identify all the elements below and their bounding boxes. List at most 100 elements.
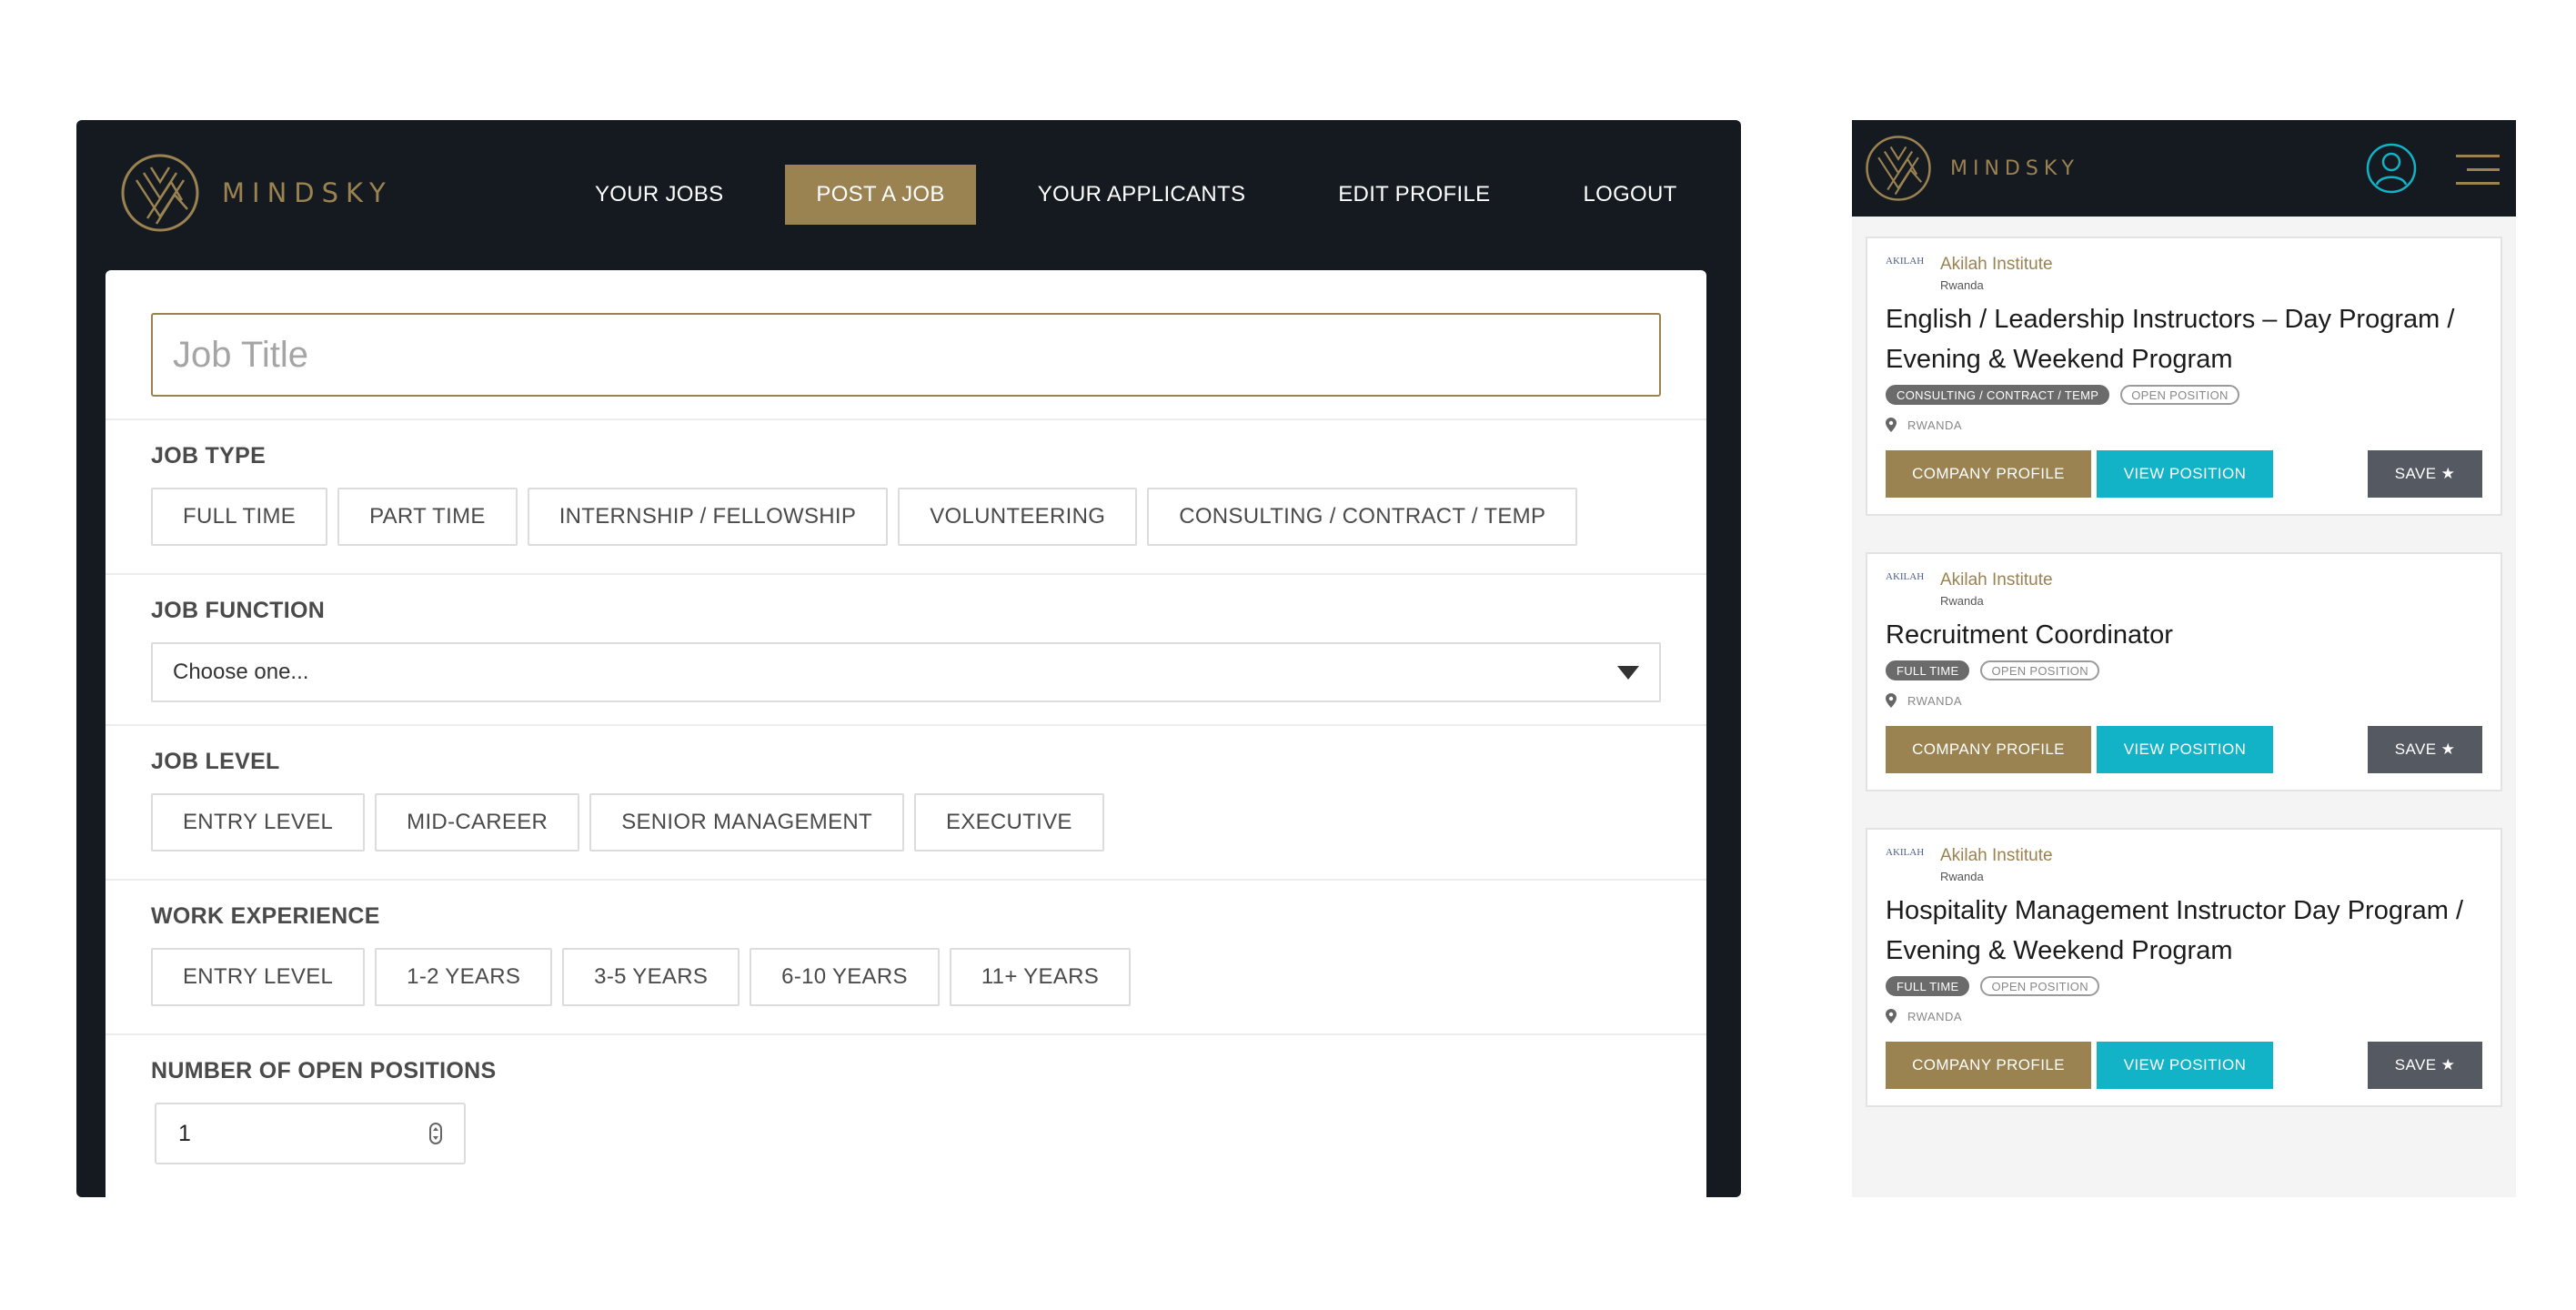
work-experience-section: WORK EXPERIENCE ENTRY LEVEL 1-2 YEARS 3-… (106, 881, 1706, 1035)
open-positions-input[interactable]: 1 (155, 1103, 466, 1164)
job-type-option[interactable]: FULL TIME (151, 488, 328, 546)
map-pin-icon (1886, 693, 1897, 708)
number-stepper-icon[interactable] (429, 1123, 442, 1144)
job-tags: FULL TIME OPEN POSITION (1886, 976, 2482, 996)
job-level-option[interactable]: SENIOR MANAGEMENT (589, 793, 904, 852)
job-location-text: RWANDA (1907, 418, 1963, 432)
job-function-select[interactable]: Choose one... (151, 642, 1661, 702)
company-row: AKILAH Akilah Institute Rwanda (1886, 255, 2482, 292)
job-location-text: RWANDA (1907, 693, 1963, 708)
company-row: AKILAH Akilah Institute Rwanda (1886, 846, 2482, 883)
view-position-button[interactable]: VIEW POSITION (2097, 726, 2273, 773)
job-type-label: JOB TYPE (151, 443, 267, 469)
job-title[interactable]: Hospitality Management Instructor Day Pr… (1886, 891, 2482, 971)
hamburger-menu-icon[interactable] (2456, 155, 2500, 186)
job-level-options: ENTRY LEVEL MID-CAREER SENIOR MANAGEMENT… (151, 793, 1661, 852)
mobile-header: MINDSKY (1852, 120, 2516, 217)
main-nav: YOUR JOBS POST A JOB YOUR APPLICANTS EDI… (564, 165, 1708, 225)
nav-post-a-job[interactable]: POST A JOB (785, 165, 976, 225)
job-title-input[interactable] (151, 313, 1661, 397)
save-button[interactable]: SAVE ★ (2368, 450, 2482, 498)
job-function-value: Choose one... (173, 660, 309, 684)
work-experience-options: ENTRY LEVEL 1-2 YEARS 3-5 YEARS 6-10 YEA… (151, 948, 1661, 1006)
job-card: AKILAH Akilah Institute Rwanda Recruitme… (1866, 552, 2502, 791)
job-level-option[interactable]: EXECUTIVE (913, 793, 1104, 852)
job-type-tag: FULL TIME (1886, 660, 1970, 680)
work-experience-option[interactable]: 1-2 YEARS (375, 948, 553, 1006)
job-tags: FULL TIME OPEN POSITION (1886, 660, 2482, 680)
brand-logo[interactable]: MINDSKY (1865, 135, 2079, 202)
chevron-down-icon (1617, 665, 1639, 680)
save-button[interactable]: SAVE ★ (2368, 1042, 2482, 1089)
job-card: AKILAH Akilah Institute Rwanda English /… (1866, 237, 2502, 516)
job-list: AKILAH Akilah Institute Rwanda English /… (1866, 237, 2502, 1144)
save-button[interactable]: SAVE ★ (2368, 726, 2482, 773)
job-card: AKILAH Akilah Institute Rwanda Hospitali… (1866, 828, 2502, 1107)
mobile-view: MINDSKY AKILAH Akilah Institute Rwanda E… (1852, 120, 2516, 1197)
company-profile-button[interactable]: COMPANY PROFILE (1886, 450, 2091, 498)
job-type-option[interactable]: CONSULTING / CONTRACT / TEMP (1147, 488, 1578, 546)
job-type-tag: FULL TIME (1886, 976, 1970, 996)
map-pin-icon (1886, 418, 1897, 432)
job-title[interactable]: English / Leadership Instructors – Day P… (1886, 299, 2482, 379)
company-location: Rwanda (1940, 870, 1984, 883)
work-experience-option[interactable]: 6-10 YEARS (750, 948, 940, 1006)
job-title-section (106, 270, 1706, 420)
status-badge: OPEN POSITION (1980, 660, 2099, 680)
company-location: Rwanda (1940, 594, 1984, 608)
job-tags: CONSULTING / CONTRACT / TEMP OPEN POSITI… (1886, 385, 2482, 405)
job-actions: COMPANY PROFILE VIEW POSITION SAVE ★ (1886, 1042, 2482, 1089)
open-positions-section: NUMBER OF OPEN POSITIONS 1 (106, 1035, 1706, 1192)
job-type-option[interactable]: INTERNSHIP / FELLOWSHIP (527, 488, 889, 546)
map-pin-icon (1886, 1009, 1897, 1023)
job-location: RWANDA (1886, 693, 2482, 708)
job-level-label: JOB LEVEL (151, 749, 280, 774)
open-positions-label: NUMBER OF OPEN POSITIONS (151, 1058, 497, 1083)
company-location: Rwanda (1940, 278, 1984, 292)
nav-logout[interactable]: LOGOUT (1552, 165, 1707, 225)
job-level-option[interactable]: MID-CAREER (375, 793, 580, 852)
mindsky-logo-icon (121, 154, 199, 232)
job-function-label: JOB FUNCTION (151, 598, 326, 623)
job-actions: COMPANY PROFILE VIEW POSITION SAVE ★ (1886, 726, 2482, 773)
company-profile-button[interactable]: COMPANY PROFILE (1886, 726, 2091, 773)
work-experience-option[interactable]: ENTRY LEVEL (151, 948, 366, 1006)
desktop-header: MINDSKY YOUR JOBS POST A JOB YOUR APPLIC… (76, 120, 1741, 270)
desktop-view: MINDSKY YOUR JOBS POST A JOB YOUR APPLIC… (76, 120, 1741, 1197)
open-positions-value: 1 (178, 1120, 191, 1146)
company-name[interactable]: Akilah Institute (1940, 570, 2053, 590)
job-type-options: FULL TIME PART TIME INTERNSHIP / FELLOWS… (151, 488, 1661, 546)
job-location: RWANDA (1886, 1009, 2482, 1023)
status-badge: OPEN POSITION (2120, 385, 2239, 405)
job-level-section: JOB LEVEL ENTRY LEVEL MID-CAREER SENIOR … (106, 726, 1706, 881)
status-badge: OPEN POSITION (1980, 976, 2099, 996)
job-function-section: JOB FUNCTION Choose one... (106, 575, 1706, 726)
nav-your-jobs[interactable]: YOUR JOBS (564, 165, 754, 225)
job-type-section: JOB TYPE FULL TIME PART TIME INTERNSHIP … (106, 420, 1706, 575)
company-logo[interactable]: AKILAH (1886, 572, 1929, 582)
view-position-button[interactable]: VIEW POSITION (2097, 1042, 2273, 1089)
company-logo[interactable]: AKILAH (1886, 257, 1929, 267)
brand-name: MINDSKY (1950, 156, 2079, 180)
company-name[interactable]: Akilah Institute (1940, 255, 2053, 275)
brand-logo[interactable]: MINDSKY (120, 153, 393, 233)
company-profile-button[interactable]: COMPANY PROFILE (1886, 1042, 2091, 1089)
job-type-tag: CONSULTING / CONTRACT / TEMP (1886, 385, 2110, 405)
view-position-button[interactable]: VIEW POSITION (2097, 450, 2273, 498)
nav-edit-profile[interactable]: EDIT PROFILE (1307, 165, 1521, 225)
job-title[interactable]: Recruitment Coordinator (1886, 615, 2482, 655)
job-type-option[interactable]: VOLUNTEERING (898, 488, 1138, 546)
company-logo[interactable]: AKILAH (1886, 848, 1929, 858)
nav-your-applicants[interactable]: YOUR APPLICANTS (1007, 165, 1277, 225)
job-location-text: RWANDA (1907, 1009, 1963, 1023)
company-name[interactable]: Akilah Institute (1940, 846, 2053, 866)
company-row: AKILAH Akilah Institute Rwanda (1886, 570, 2482, 608)
user-profile-icon[interactable] (2365, 142, 2418, 195)
work-experience-label: WORK EXPERIENCE (151, 903, 380, 929)
job-level-option[interactable]: ENTRY LEVEL (151, 793, 366, 852)
work-experience-option[interactable]: 11+ YEARS (949, 948, 1132, 1006)
work-experience-option[interactable]: 3-5 YEARS (562, 948, 740, 1006)
brand-name: MINDSKY (222, 177, 393, 208)
job-type-option[interactable]: PART TIME (337, 488, 518, 546)
job-location: RWANDA (1886, 418, 2482, 432)
